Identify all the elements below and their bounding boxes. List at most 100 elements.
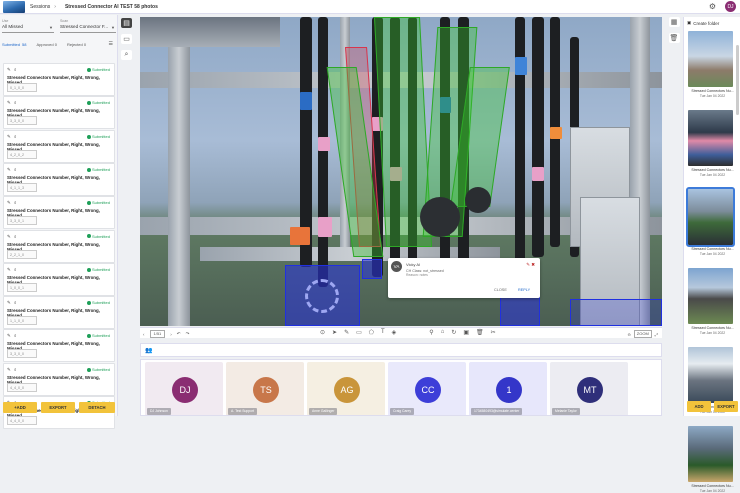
fill-tool-icon[interactable]: ◈ [392,329,397,336]
pin-icon[interactable]: ⚲ [429,329,433,336]
thumbnail-date: Tue Jan 04 2022 [699,489,726,493]
close-button[interactable]: CLOSE [494,288,507,292]
submission-card[interactable]: ✎ ⌕SubmittedStressed Connectors Number, … [3,296,115,330]
photo-thumbnail[interactable] [686,187,735,247]
add-button[interactable]: +ADD [3,402,37,413]
count-input[interactable]: 2_2_1_0 [7,249,37,259]
viewer-toolbar: ‹ 1/51 › ↶ ↷ ⊙ ➤ ✎ ▭ ⬠ T ◈ ⚲ ⌂ ↻ ▣ 🗑 ✂ ⊖… [140,327,662,338]
submission-card[interactable]: ✎ ⌕SubmittedStressed Connectors Number, … [3,262,115,296]
count-input[interactable]: 4_4_0_0 [7,416,37,425]
reply-button[interactable]: REPLY [518,288,530,292]
submissions-panel: Use All Missed ▼ Scan Stressed Connector… [0,15,118,429]
submission-card[interactable]: ✎ ⌕SubmittedStressed Connectors Number, … [3,63,115,96]
count-input[interactable]: 3_3_0_0 [7,116,37,126]
photo-viewer[interactable]: VA Vicky AI CH Class: not_stressed Reaso… [140,17,662,326]
submission-card[interactable]: ✎ ⌕SubmittedStressed Connectors Number, … [3,96,115,130]
tab-submitted[interactable]: Submitted 58 [2,42,26,47]
crop-icon[interactable]: ✂ [491,329,496,336]
count-input[interactable]: 0_1_0_0 [7,83,37,92]
filter-use-select[interactable]: Use All Missed ▼ [2,19,54,33]
participant-card[interactable]: 1 1734580493@simulate.center [469,362,547,415]
filter-icon[interactable]: ☰ [109,41,113,47]
gear-icon[interactable]: ⚙ [709,2,716,11]
participant-avatar: TS [253,377,279,403]
submission-card[interactable]: ✎ ⌕SubmittedStressed Connectors Number, … [3,162,115,196]
page-indicator[interactable]: 1/51 [149,330,166,338]
tab-approved[interactable]: Approved 0 [36,42,56,47]
count-input[interactable]: 4_2_0_2 [7,149,37,159]
status-badge: Submitted [86,200,110,205]
user-avatar[interactable]: DJ [725,1,736,12]
edit-icon[interactable]: ✎ ⌕ [7,67,18,73]
prev-page-icon[interactable]: ‹ [143,332,145,337]
participant-card[interactable]: AG Anne Gallinger [307,362,385,415]
edit-icon[interactable]: ✎ ⌕ [7,234,18,240]
top-bar: Sessions › Stressed Connector AI TEST 58… [0,0,740,14]
count-input[interactable]: 3_3_0_0 [7,349,37,359]
count-input[interactable]: 4_4_0_0 [7,382,37,392]
photo-thumbnail[interactable] [688,268,733,324]
participant-card[interactable]: CC Craig Carey [388,362,466,415]
submission-card[interactable]: ✎ ⌕SubmittedStressed Connectors Number, … [3,329,115,363]
photo-thumbnail[interactable] [688,110,733,166]
people-icon[interactable]: 👥 [145,347,152,354]
filter-scan-select[interactable]: Scan Stressed Connector F... ▼ [60,19,116,33]
edit-icon[interactable]: ✎ ⌕ [7,200,18,206]
text-tool-icon[interactable]: T [381,329,385,336]
trash-icon[interactable]: 🗑 [668,33,680,43]
gallery-export-button[interactable]: EXPORT [714,401,738,412]
submission-card[interactable]: ✎ ⌕SubmittedStressed Connectors Number, … [3,196,115,230]
gallery-icon[interactable]: ▦ [668,17,680,27]
edit-icon[interactable]: ✎ ✖ [526,262,535,268]
export-button[interactable]: EXPORT [41,402,75,413]
participant-card[interactable]: DJ DJ Johnson [145,362,223,415]
submission-card[interactable]: ✎ ⌕SubmittedStressed Connectors Number, … [3,229,115,263]
comments-icon[interactable]: ▭ [121,34,132,44]
edit-icon[interactable]: ✎ ⌕ [7,333,18,339]
submission-card[interactable]: ✎ ⌕SubmittedStressed Connectors Number, … [3,362,115,396]
gallery-scrollbar[interactable] [736,45,739,115]
next-page-icon[interactable]: › [170,332,172,337]
image-icon[interactable]: ▣ [463,329,469,336]
undo-icon[interactable]: ↶ [177,331,181,337]
participant-card[interactable]: MT Melanie Taylor [550,362,628,415]
edit-icon[interactable]: ✎ ⌕ [7,100,18,106]
edit-icon[interactable]: ✎ ⌕ [7,367,18,373]
status-badge: Submitted [86,100,110,105]
pen-tool-icon[interactable]: ✎ [344,329,349,336]
status-badge: Submitted [86,267,110,272]
tab-rejected[interactable]: Rejected 0 [67,42,86,47]
count-input[interactable]: 1_1_0_0 [7,316,37,326]
select-tool-icon[interactable]: ⊙ [320,329,325,336]
zoom-level[interactable]: ZOOM [633,330,652,338]
search-icon[interactable]: ⌕ [121,50,132,60]
refresh-icon[interactable]: ↻ [451,329,456,336]
edit-icon[interactable]: ✎ ⌕ [7,267,18,273]
rect-tool-icon[interactable]: ▭ [356,329,362,336]
app-logo[interactable] [3,0,25,13]
document-icon[interactable]: ▤ [121,18,132,28]
count-input[interactable]: 3_3_0_1 [7,216,37,226]
photo-thumbnail[interactable] [688,31,733,87]
detach-button[interactable]: DETACH [79,402,115,413]
photo-thumbnail[interactable] [688,426,733,482]
gallery-add-button[interactable]: ADD [687,401,711,412]
delete-icon[interactable]: 🗑 [476,329,484,336]
redo-icon[interactable]: ↷ [186,331,190,337]
participant-card[interactable]: TS A. Test Support [226,362,304,415]
folder-icon: ▣ [687,20,692,25]
zoom-out-icon[interactable]: ⊖ [627,332,630,337]
polygon-tool-icon[interactable]: ⬠ [369,329,374,336]
edit-icon[interactable]: ✎ ⌕ [7,167,18,173]
count-input[interactable]: 1_0_0_1 [7,282,37,292]
fullscreen-icon[interactable]: ⤢ [655,332,658,337]
breadcrumb-sessions[interactable]: Sessions [30,4,50,10]
submission-card[interactable]: ✎ ⌕SubmittedStressed Connectors Number, … [3,129,115,163]
photo-thumbnail[interactable] [688,347,733,403]
edit-icon[interactable]: ✎ ⌕ [7,300,18,306]
count-input[interactable]: 4_1_1_3 [7,182,37,192]
edit-icon[interactable]: ✎ ⌕ [7,134,18,140]
create-folder-button[interactable]: ▣ Create folder [687,20,719,26]
pointer-tool-icon[interactable]: ➤ [332,329,337,336]
tag-icon[interactable]: ⌂ [441,329,445,336]
